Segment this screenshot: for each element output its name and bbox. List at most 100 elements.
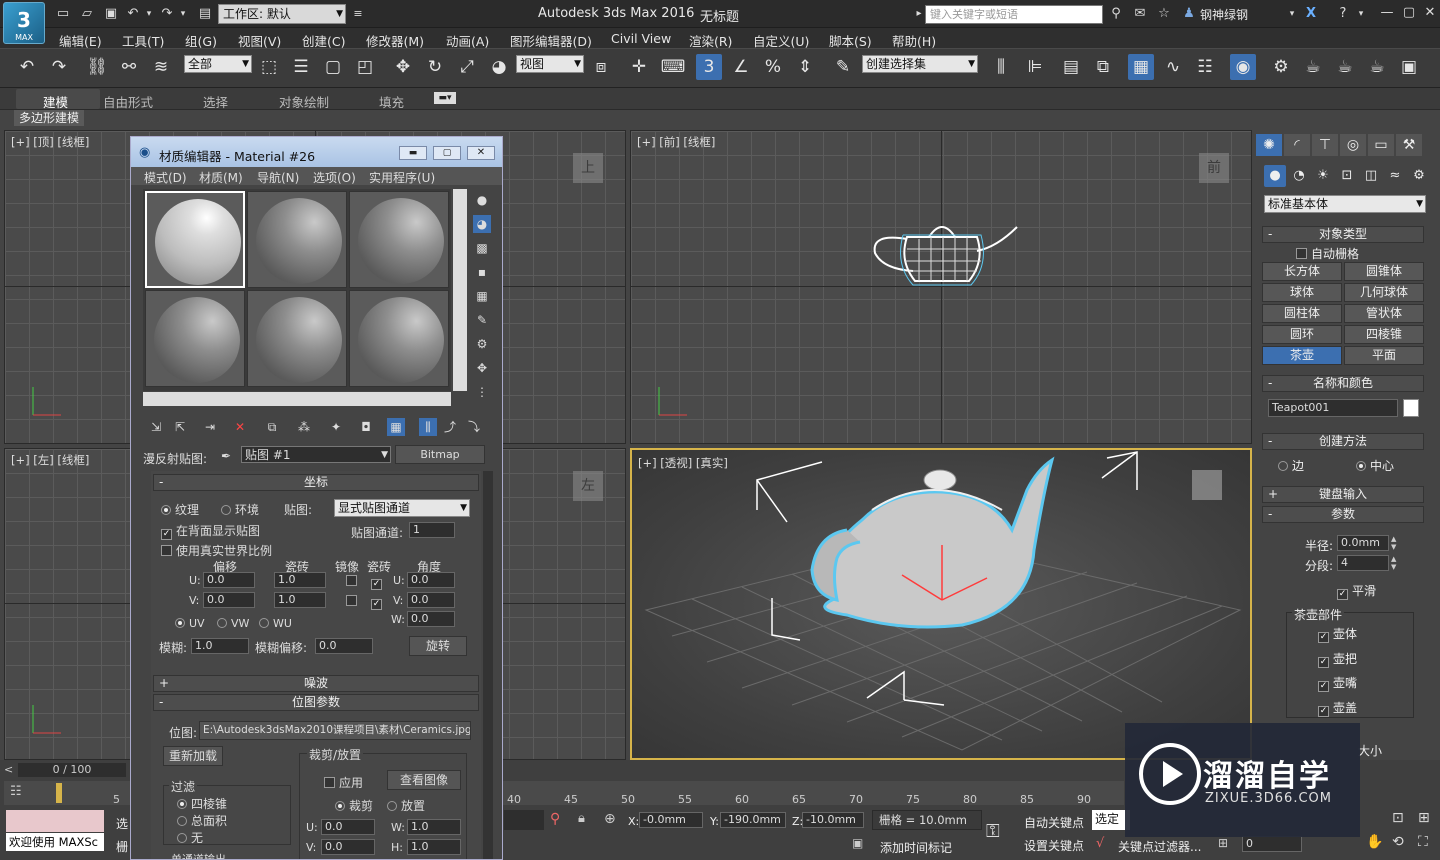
- part-spout-checkbox[interactable]: ✓ 壶嘴: [1318, 674, 1357, 692]
- maxscript-listener-mini[interactable]: [6, 810, 104, 832]
- cylinder-button[interactable]: 圆柱体: [1262, 304, 1342, 323]
- close-button[interactable]: ✕: [467, 146, 495, 160]
- teapot-button[interactable]: 茶壶: [1262, 346, 1342, 365]
- zoom-all-icon[interactable]: ⊞: [1418, 810, 1430, 826]
- set-key-icon[interactable]: ⚿: [986, 821, 1000, 842]
- project-folder-icon[interactable]: ▤: [196, 5, 214, 23]
- time-marker[interactable]: [56, 783, 62, 803]
- rollout-coordinates[interactable]: - 坐标: [153, 474, 479, 491]
- radius-spinner[interactable]: 0.0mm: [1337, 535, 1389, 551]
- autogrid-checkbox[interactable]: 自动栅格: [1296, 245, 1359, 262]
- uv-tiling-icon[interactable]: ▪: [473, 263, 491, 281]
- hierarchy-tab-icon[interactable]: ⊤: [1312, 134, 1338, 156]
- part-handle-checkbox[interactable]: ✓ 壶把: [1318, 650, 1357, 668]
- w-angle-spinner[interactable]: 0.0: [407, 611, 455, 627]
- link-icon[interactable]: ⛓: [84, 54, 110, 80]
- sample-slot[interactable]: [349, 290, 449, 387]
- open-file-icon[interactable]: ▱: [78, 5, 96, 23]
- rollout-object-type[interactable]: - 对象类型: [1262, 226, 1424, 243]
- ribbon-tab-selection[interactable]: 选择: [203, 92, 228, 111]
- background-checker-icon[interactable]: ▩: [473, 239, 491, 257]
- undo-icon[interactable]: ↶: [14, 54, 40, 80]
- show-map-on-back-checkbox[interactable]: ✓ 在背面显示贴图: [161, 522, 260, 540]
- exchange-icon[interactable]: X: [1302, 5, 1320, 23]
- reset-map-icon[interactable]: ✕: [231, 418, 249, 436]
- viewcube-left[interactable]: 左: [573, 471, 603, 501]
- dope-sheet-icon[interactable]: ☷: [1192, 54, 1218, 80]
- u-tile-checkbox[interactable]: ✓: [371, 574, 386, 590]
- current-frame-field[interactable]: 0: [1242, 836, 1302, 852]
- ribbon-subtab-polygon-modeling[interactable]: 多边形建模: [14, 110, 84, 126]
- ribbon-toggle-icon[interactable]: ▬▾: [434, 92, 456, 104]
- options-icon[interactable]: ⚙: [473, 335, 491, 353]
- bitmap-path-button[interactable]: E:\Autodesk3dsMax2010课程项目\素材\Ceramics.jp…: [199, 721, 471, 740]
- crop-u-spinner[interactable]: 0.0: [321, 819, 375, 835]
- isolate-selection-icon[interactable]: ⚲: [550, 811, 560, 827]
- texture-radio[interactable]: 纹理: [161, 501, 199, 518]
- slots-horizontal-scrollbar[interactable]: [143, 392, 451, 406]
- go-to-parent-icon[interactable]: ⤴: [441, 418, 459, 436]
- viewport-front[interactable]: [+] [前] [线框] 前: [630, 130, 1252, 444]
- select-manipulate-icon[interactable]: ✛: [626, 54, 652, 80]
- new-file-icon[interactable]: ▭: [54, 5, 72, 23]
- rollout-bitmap-params[interactable]: - 位图参数: [153, 694, 479, 711]
- viewport-label[interactable]: [+] [左] [线框]: [11, 452, 89, 468]
- apply-checkbox[interactable]: 应用: [324, 774, 363, 791]
- curve-editor-icon[interactable]: ∿: [1160, 54, 1186, 80]
- spacewarps-icon[interactable]: ≈: [1384, 165, 1406, 187]
- add-time-tag[interactable]: 添加时间标记: [880, 839, 952, 856]
- u-tiling-spinner[interactable]: 1.0: [274, 572, 326, 588]
- mapping-dropdown[interactable]: 显式贴图通道 ▼: [334, 499, 470, 517]
- layer-manager-icon[interactable]: ▤: [1058, 54, 1084, 80]
- bind-spacewarp-icon[interactable]: ≋: [148, 54, 174, 80]
- search-input[interactable]: 键入关键字或短语: [925, 5, 1103, 24]
- object-color-swatch[interactable]: [1403, 399, 1419, 417]
- workspace-dropdown[interactable]: 工作区: 默认 ▼: [218, 4, 346, 24]
- zoom-extents-icon[interactable]: ⊡: [1392, 810, 1404, 826]
- y-coordinate-field[interactable]: -190.0mm: [720, 812, 786, 828]
- put-to-library-icon[interactable]: ✦: [327, 418, 345, 436]
- rollouts-scrollbar[interactable]: [483, 471, 493, 859]
- communication-icon[interactable]: ✉: [1131, 5, 1149, 23]
- help-icon[interactable]: ?: [1334, 5, 1352, 23]
- render-frame-window-icon[interactable]: ☕: [1300, 54, 1326, 80]
- environment-radio[interactable]: 环境: [221, 501, 259, 518]
- modify-tab-icon[interactable]: ◜: [1284, 134, 1310, 156]
- ribbon-tab-freeform[interactable]: 自由形式: [103, 92, 153, 111]
- maximize-button[interactable]: ▢: [433, 146, 461, 160]
- real-world-scale-checkbox[interactable]: 使用真实世界比例: [161, 542, 272, 559]
- rollout-parameters[interactable]: - 参数: [1262, 506, 1424, 523]
- blur-offset-spinner[interactable]: 0.0: [315, 638, 373, 654]
- spinner-arrows-icon[interactable]: ▲ ▼: [1391, 555, 1401, 571]
- rotate-button[interactable]: 旋转: [409, 636, 467, 656]
- motion-tab-icon[interactable]: ◎: [1340, 134, 1366, 156]
- named-selection-set-dropdown[interactable]: 创建选择集 ▼: [862, 55, 978, 73]
- rollout-keyboard-entry[interactable]: + 键盘输入: [1262, 486, 1424, 503]
- graphite-toolbar-icon[interactable]: ▦: [1128, 54, 1154, 80]
- key-mode-icon[interactable]: √: [1096, 836, 1104, 851]
- time-tag-icon[interactable]: ▣: [852, 836, 872, 854]
- box-button[interactable]: 长方体: [1262, 262, 1342, 281]
- v-tiling-spinner[interactable]: 1.0: [274, 592, 326, 608]
- uv-radio[interactable]: UV: [175, 617, 205, 630]
- close-button[interactable]: ✕: [1419, 4, 1440, 22]
- part-body-checkbox[interactable]: ✓ 壶体: [1318, 625, 1357, 643]
- ribbon-tab-object-paint[interactable]: 对象绘制: [279, 92, 329, 111]
- redo-dropdown-icon[interactable]: ▾: [174, 5, 192, 23]
- me-menu-options[interactable]: 选项(O): [313, 169, 356, 186]
- viewcube-perspective[interactable]: [1192, 470, 1222, 500]
- smooth-checkbox[interactable]: ✓ 平滑: [1337, 582, 1376, 600]
- align-icon[interactable]: ⊫: [1022, 54, 1048, 80]
- me-menu-modes[interactable]: 模式(D): [144, 169, 187, 186]
- set-key-button[interactable]: 设置关键点: [1024, 837, 1084, 854]
- sample-slot[interactable]: [145, 191, 245, 288]
- backlight-icon[interactable]: ◕: [473, 215, 491, 233]
- me-menu-navigation[interactable]: 导航(N): [257, 169, 299, 186]
- ribbon-tab-populate[interactable]: 填充: [379, 92, 404, 111]
- get-material-icon[interactable]: ⇲: [147, 418, 165, 436]
- pyramidal-radio[interactable]: 四棱锥: [177, 795, 227, 812]
- segments-spinner[interactable]: 4: [1337, 555, 1389, 571]
- sample-slot[interactable]: [349, 191, 449, 288]
- pyramid-button[interactable]: 四棱锥: [1344, 325, 1424, 344]
- video-color-check-icon[interactable]: ▦: [473, 287, 491, 305]
